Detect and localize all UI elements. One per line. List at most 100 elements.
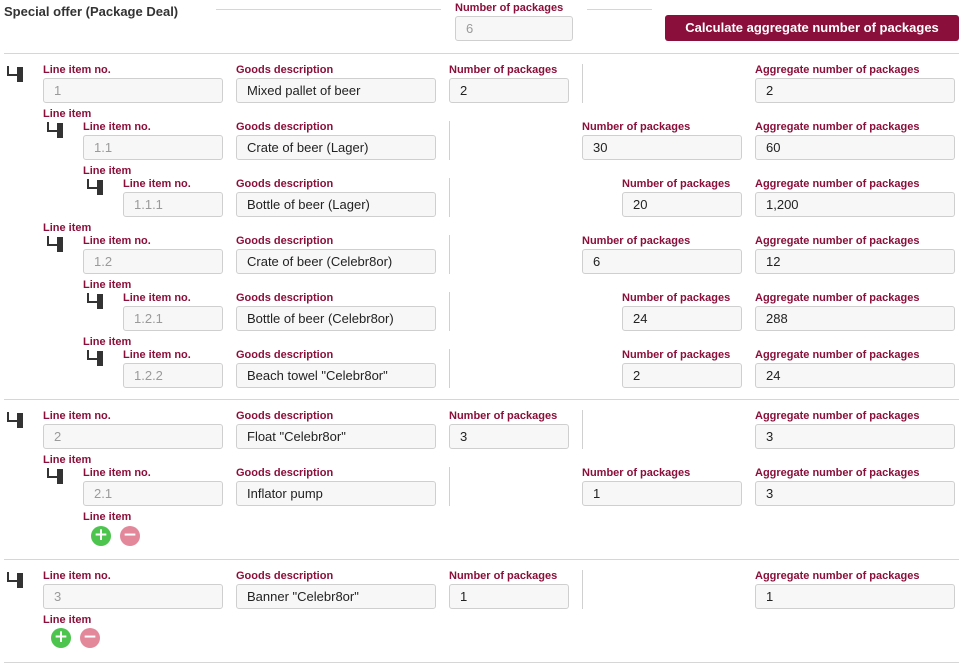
goods-description-label: Goods description	[236, 178, 334, 190]
goods-description-field[interactable]: Float "Celebr8or"	[236, 424, 436, 449]
line-item-group-label: Line item	[83, 336, 132, 348]
number-of-packages-field[interactable]: 6	[582, 249, 742, 274]
line-item-group-label: Line item	[43, 454, 92, 466]
number-of-packages-field[interactable]: 20	[622, 192, 742, 217]
aggregate-packages-label: Aggregate number of packages	[755, 178, 920, 190]
line-item-group-label: Line item	[43, 614, 92, 626]
aggregate-packages-field[interactable]: 24	[755, 363, 955, 388]
number-of-packages-label: Number of packages	[582, 235, 691, 247]
total-packages-field[interactable]: 6	[455, 16, 573, 41]
number-of-packages-label: Number of packages	[449, 64, 558, 76]
line-item-no-field[interactable]: 1	[43, 78, 223, 103]
tree-connector-icon	[5, 572, 25, 588]
column-divider	[449, 235, 450, 274]
header-divider-left	[216, 9, 441, 10]
number-of-packages-label: Number of packages	[622, 178, 731, 190]
aggregate-packages-field[interactable]: 12	[755, 249, 955, 274]
aggregate-packages-label: Aggregate number of packages	[755, 121, 920, 133]
aggregate-packages-field[interactable]: 1,200	[755, 192, 955, 217]
aggregate-packages-field[interactable]: 60	[755, 135, 955, 160]
number-of-packages-label: Number of packages	[622, 349, 731, 361]
aggregate-packages-label: Aggregate number of packages	[755, 349, 920, 361]
line-item-no-label: Line item no.	[123, 349, 191, 361]
line-item-no-field[interactable]: 1.2.1	[123, 306, 223, 331]
aggregate-packages-label: Aggregate number of packages	[755, 467, 920, 479]
number-of-packages-field[interactable]: 2	[449, 78, 569, 103]
line-item-no-label: Line item no.	[123, 292, 191, 304]
number-of-packages-label: Number of packages	[582, 467, 691, 479]
number-of-packages-field[interactable]: 1	[449, 584, 569, 609]
line-item-group-label: Line item	[83, 511, 132, 523]
goods-description-field[interactable]: Banner "Celebr8or"	[236, 584, 436, 609]
aggregate-packages-field[interactable]: 3	[755, 481, 955, 506]
line-item-no-field[interactable]: 2	[43, 424, 223, 449]
goods-description-field[interactable]: Crate of beer (Lager)	[236, 135, 436, 160]
number-of-packages-field[interactable]: 24	[622, 306, 742, 331]
aggregate-packages-label: Aggregate number of packages	[755, 410, 920, 422]
line-item-no-field[interactable]: 1.2	[83, 249, 223, 274]
number-of-packages-field[interactable]: 1	[582, 481, 742, 506]
goods-description-field[interactable]: Bottle of beer (Celebr8or)	[236, 306, 436, 331]
remove-line-item-button[interactable]: −	[120, 526, 140, 546]
section-divider	[4, 399, 959, 400]
aggregate-packages-field[interactable]: 1	[755, 584, 955, 609]
line-item-group-label: Line item	[43, 108, 92, 120]
column-divider	[582, 64, 583, 103]
line-item-group-label: Line item	[83, 279, 132, 291]
number-of-packages-label: Number of packages	[449, 570, 558, 582]
goods-description-field[interactable]: Crate of beer (Celebr8or)	[236, 249, 436, 274]
tree-connector-icon	[45, 236, 65, 252]
goods-description-label: Goods description	[236, 292, 334, 304]
column-divider	[449, 349, 450, 388]
number-of-packages-field[interactable]: 2	[622, 363, 742, 388]
header-divider-right	[587, 9, 652, 10]
line-item-no-label: Line item no.	[83, 235, 151, 247]
number-of-packages-field[interactable]: 30	[582, 135, 742, 160]
tree-connector-icon	[5, 412, 25, 428]
aggregate-packages-field[interactable]: 3	[755, 424, 955, 449]
number-of-packages-label: Number of packages	[582, 121, 691, 133]
line-item-no-field[interactable]: 1.1.1	[123, 192, 223, 217]
goods-description-label: Goods description	[236, 235, 334, 247]
section-divider	[4, 662, 959, 663]
add-line-item-button[interactable]: +	[51, 628, 71, 648]
column-divider	[582, 570, 583, 609]
number-of-packages-field[interactable]: 3	[449, 424, 569, 449]
tree-connector-icon	[45, 468, 65, 484]
goods-description-field[interactable]: Inflator pump	[236, 481, 436, 506]
aggregate-packages-label: Aggregate number of packages	[755, 235, 920, 247]
goods-description-label: Goods description	[236, 64, 334, 76]
aggregate-packages-label: Aggregate number of packages	[755, 292, 920, 304]
aggregate-packages-label: Aggregate number of packages	[755, 64, 920, 76]
goods-description-field[interactable]: Mixed pallet of beer	[236, 78, 436, 103]
line-item-no-label: Line item no.	[43, 570, 111, 582]
goods-description-label: Goods description	[236, 467, 334, 479]
line-item-no-field[interactable]: 1.2.2	[123, 363, 223, 388]
line-item-no-field[interactable]: 3	[43, 584, 223, 609]
section-divider	[4, 53, 959, 54]
goods-description-field[interactable]: Beach towel "Celebr8or"	[236, 363, 436, 388]
tree-connector-icon	[45, 122, 65, 138]
aggregate-packages-field[interactable]: 2	[755, 78, 955, 103]
remove-line-item-button[interactable]: −	[80, 628, 100, 648]
line-item-no-label: Line item no.	[43, 410, 111, 422]
tree-connector-icon	[85, 293, 105, 309]
total-packages-label: Number of packages	[455, 2, 564, 14]
column-divider	[449, 178, 450, 217]
line-item-group-label: Line item	[83, 165, 132, 177]
goods-description-label: Goods description	[236, 410, 334, 422]
line-item-no-field[interactable]: 1.1	[83, 135, 223, 160]
number-of-packages-label: Number of packages	[449, 410, 558, 422]
line-item-no-field[interactable]: 2.1	[83, 481, 223, 506]
line-item-no-label: Line item no.	[83, 121, 151, 133]
goods-description-field[interactable]: Bottle of beer (Lager)	[236, 192, 436, 217]
aggregate-packages-field[interactable]: 288	[755, 306, 955, 331]
column-divider	[449, 292, 450, 331]
goods-description-label: Goods description	[236, 570, 334, 582]
page-title: Special offer (Package Deal)	[4, 4, 179, 19]
tree-connector-icon	[85, 179, 105, 195]
calculate-aggregate-button[interactable]: Calculate aggregate number of packages	[665, 15, 959, 41]
add-line-item-button[interactable]: +	[91, 526, 111, 546]
number-of-packages-label: Number of packages	[622, 292, 731, 304]
aggregate-packages-label: Aggregate number of packages	[755, 570, 920, 582]
